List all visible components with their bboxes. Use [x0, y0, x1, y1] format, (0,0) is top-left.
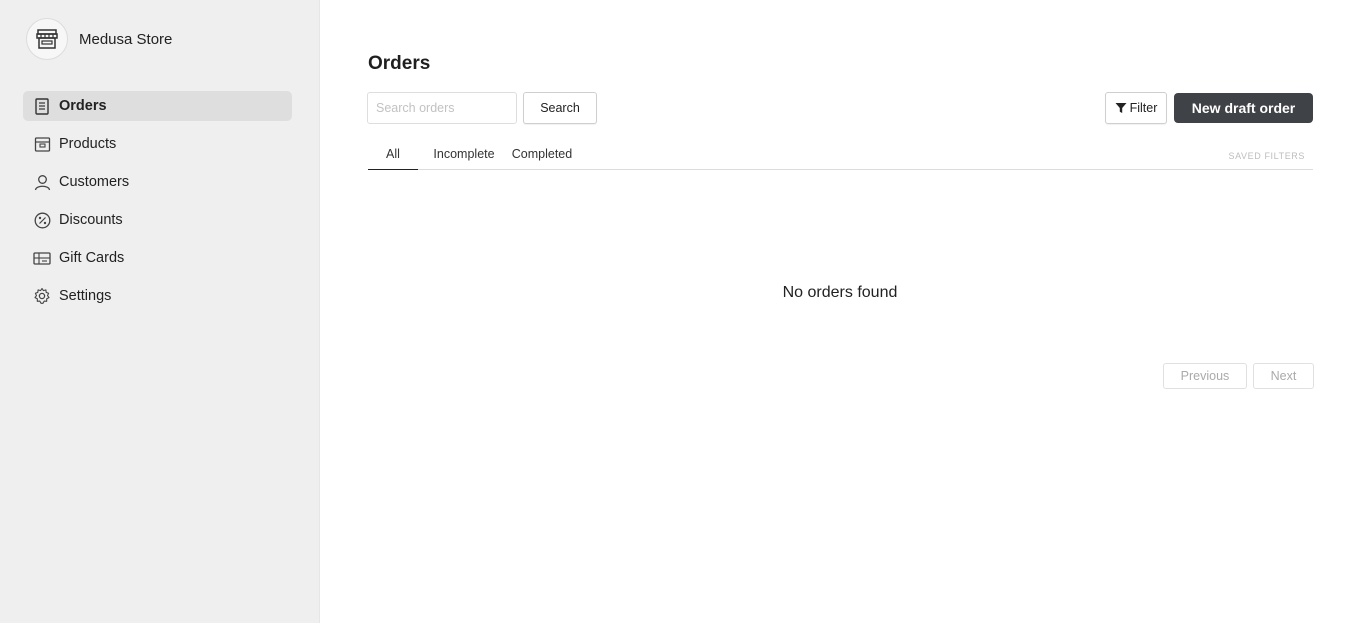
tab-completed[interactable]: Completed	[509, 138, 575, 169]
sidebar-item-label: Products	[59, 136, 117, 152]
sidebar-item-label: Discounts	[59, 212, 123, 228]
sidebar-item-label: Gift Cards	[59, 250, 125, 266]
sidebar-item-customers[interactable]: Customers	[23, 167, 292, 197]
sidebar-item-discounts[interactable]: Discounts	[23, 205, 292, 235]
new-draft-order-button[interactable]: New draft order	[1174, 93, 1313, 123]
sidebar-nav: Orders Products Customers Discounts Gift…	[23, 91, 292, 319]
user-icon	[33, 173, 51, 191]
sidebar-item-orders[interactable]: Orders	[23, 91, 292, 121]
previous-page-button[interactable]: Previous	[1163, 363, 1247, 389]
store-brand[interactable]: Medusa Store	[26, 18, 172, 60]
page-title: Orders	[368, 53, 431, 74]
filter-icon	[1115, 102, 1127, 114]
sidebar-item-gift-cards[interactable]: Gift Cards	[23, 243, 292, 273]
order-tabs: All Incomplete Completed SAVED FILTERS	[368, 138, 1313, 170]
percent-icon	[33, 211, 51, 229]
sidebar-item-products[interactable]: Products	[23, 129, 292, 159]
search-button[interactable]: Search	[523, 92, 597, 124]
sidebar-item-settings[interactable]: Settings	[23, 281, 292, 311]
storefront-icon	[26, 18, 68, 60]
saved-filters-label: SAVED FILTERS	[1228, 151, 1305, 161]
sidebar-item-label: Orders	[59, 98, 107, 114]
sidebar: Medusa Store Orders Products Customers D…	[0, 0, 320, 623]
sidebar-item-label: Customers	[59, 174, 130, 190]
next-page-button[interactable]: Next	[1253, 363, 1314, 389]
main-content: Orders Search Filter New draft order All…	[320, 0, 1357, 623]
gift-card-icon	[33, 249, 51, 267]
filter-label: Filter	[1129, 101, 1158, 115]
search-input[interactable]	[367, 92, 517, 124]
box-icon	[33, 135, 51, 153]
store-name: Medusa Store	[79, 30, 173, 48]
tab-all[interactable]: All	[368, 138, 418, 170]
receipt-icon	[33, 97, 51, 115]
empty-state-message: No orders found	[782, 284, 898, 301]
tab-incomplete[interactable]: Incomplete	[431, 138, 497, 169]
gear-icon	[33, 287, 51, 305]
sidebar-item-label: Settings	[59, 288, 112, 304]
filter-button[interactable]: Filter	[1105, 92, 1167, 124]
